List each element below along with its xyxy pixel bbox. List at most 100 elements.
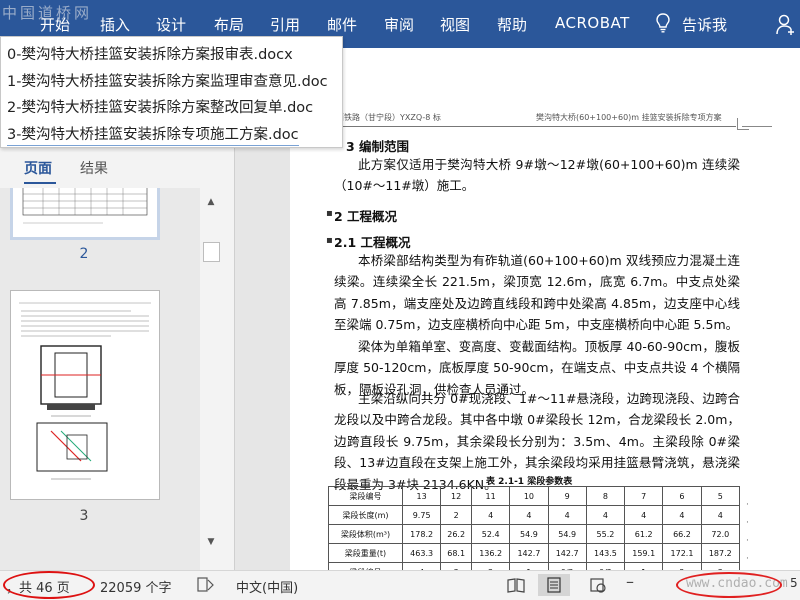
scroll-down-icon[interactable]: ▼	[205, 536, 217, 548]
table-row-label: 梁段重量(t)	[328, 543, 403, 563]
table-cell: 54.9	[547, 524, 587, 544]
table-cell: 142.7	[547, 543, 587, 563]
thumbnail-scrollbar[interactable]: ▲ ▼	[200, 188, 223, 558]
thumbnail-3-preview	[19, 302, 151, 480]
share-person-icon[interactable]	[776, 14, 794, 36]
table-cell: 61.2	[624, 524, 664, 544]
table-cell: 4	[624, 505, 664, 525]
document-page[interactable]: 西铁路（甘宁段）YXZQ-8 标 樊沟特大桥(60+100+60)m 挂篮安装拆…	[290, 48, 800, 570]
table-cell: 6	[662, 486, 702, 506]
paragraph-mark: ▪	[326, 208, 333, 219]
segment-parameter-table: 梁段编号 13 12 11 10 9 8 7 6 5 梁段长度(m) 9.75 2 4 4 4 4 4 4 4 梁段体积…	[328, 486, 741, 570]
table-cell: 4	[585, 505, 626, 525]
read-mode-icon[interactable]	[500, 574, 532, 596]
zoom-out-icon[interactable]: –	[626, 572, 634, 591]
navigation-pane: 页面 结果 2 3 ▲ ▼	[0, 148, 235, 570]
recent-file-3[interactable]: 3-樊沟特大桥挂篮安装拆除专项施工方案.doc	[7, 123, 299, 146]
table-cell: 4	[700, 505, 741, 525]
table-cell: 2	[440, 505, 473, 525]
table-cell: 4	[509, 505, 549, 525]
page-header-right: 樊沟特大桥(60+100+60)m 挂篮安装拆除专项方案	[536, 113, 722, 122]
ribbon-tab-3[interactable]: 布局	[214, 14, 244, 35]
page-thumbnail-3[interactable]	[10, 290, 160, 500]
heading-scope: 3 编制范围	[346, 139, 410, 154]
ribbon-tab-2[interactable]: 设计	[156, 14, 186, 35]
table-cell: 1	[509, 562, 549, 570]
margin-corner-mark	[737, 118, 749, 130]
table-cell: 54.9	[509, 524, 549, 544]
table-cell: 10	[509, 486, 549, 506]
table-cell: 11	[471, 486, 511, 506]
table-cell: 463.3	[401, 543, 442, 563]
scroll-up-icon[interactable]: ▲	[205, 196, 217, 208]
zoom-level[interactable]: 5	[790, 576, 798, 590]
table-cell: 8	[585, 486, 626, 506]
ribbon-tab-9[interactable]: ACROBAT	[555, 14, 630, 32]
page-thumbnail-2[interactable]	[10, 188, 160, 240]
tab-pages[interactable]: 页面	[24, 158, 52, 178]
table-cell: 13	[401, 486, 442, 506]
table-row: 梁段体积(m³) 178.2 26.2 52.4 54.9 54.9 55.2 61.2 66.…	[328, 524, 741, 544]
table-row-label: 梁段长度(m)	[328, 505, 403, 525]
recent-file-0[interactable]: 0-樊沟特大桥挂篮安装拆除方案报审表.docx	[7, 43, 293, 64]
table-cell: 136.2	[471, 543, 511, 563]
table-cell: 66.2	[662, 524, 702, 544]
page-count-highlight-circle	[3, 571, 95, 599]
table-cell: 142.7	[509, 543, 549, 563]
ribbon-tab-8[interactable]: 帮助	[497, 14, 527, 35]
table-row: 梁段重量(t) 463.3 68.1 136.2 142.7 142.7 143.5 159.…	[328, 543, 741, 563]
table-cell: 143.5	[585, 543, 626, 563]
page-header-left: 西铁路（甘宁段）YXZQ-8 标	[336, 113, 441, 122]
language-indicator[interactable]: 中文(中国)	[236, 577, 298, 596]
table-cell: 2	[662, 562, 702, 570]
table-cell: 4	[471, 505, 511, 525]
thumbnail-label-3: 3	[79, 508, 89, 524]
table-cell: 9	[547, 486, 587, 506]
table-row-label: 梁段编号	[328, 562, 403, 570]
header-rule	[336, 126, 736, 127]
word-count[interactable]: 22059 个字	[100, 577, 172, 596]
table-cell: 68.1	[440, 543, 473, 563]
paragraph-1: 本桥梁部结构类型为有砟轨道(60+100+60)m 双线预应力混凝土连续梁。连续…	[334, 253, 740, 333]
table-cell: 12	[440, 486, 473, 506]
table-cell: 4	[662, 505, 702, 525]
recent-file-1[interactable]: 1-樊沟特大桥挂篮安装拆除方案监理审查意见.doc	[7, 70, 328, 91]
table-cell: 2	[471, 562, 511, 570]
table-cell: 5	[700, 486, 741, 506]
table-cell: 7	[624, 486, 664, 506]
paragraph-scope: 此方案仅适用于樊沟特大桥 9#墩～12#墩(60+100+60)m 连续梁（10…	[334, 157, 740, 194]
thumbnail-2-preview	[22, 188, 148, 224]
ribbon-tab-10[interactable]: 告诉我	[682, 14, 727, 35]
page-thumbnails: 2 3	[0, 188, 200, 570]
ribbon-tab-7[interactable]: 视图	[440, 14, 470, 35]
table-cell: 172.1	[662, 543, 702, 563]
print-layout-icon	[547, 577, 561, 593]
tab-results[interactable]: 结果	[80, 158, 108, 178]
ribbon-tab-4[interactable]: 引用	[270, 14, 300, 35]
table-cell: 178.2	[401, 524, 442, 544]
print-layout-button[interactable]	[538, 574, 570, 596]
table-cell: 9.75	[401, 505, 442, 525]
paragraph-mark: ▪	[326, 235, 333, 246]
ribbon-tab-6[interactable]: 审阅	[384, 14, 414, 35]
recent-files-dropdown: 0-樊沟特大桥挂篮安装拆除方案报审表.docx 1-樊沟特大桥挂篮安装拆除方案监…	[0, 36, 343, 148]
table-row-label: 梁段编号	[328, 486, 403, 506]
proofing-icon[interactable]	[197, 577, 215, 593]
table-cell: 55.2	[585, 524, 626, 544]
table-cell: 0/2	[585, 562, 626, 570]
lightbulb-icon[interactable]	[656, 13, 670, 33]
table-cell: 52.4	[471, 524, 511, 544]
scroll-thumb[interactable]	[203, 242, 220, 262]
recent-file-2[interactable]: 2-樊沟特大桥挂篮安装拆除方案整改回复单.doc	[7, 96, 313, 117]
table-cell: 159.1	[624, 543, 664, 563]
table-cell: 4	[547, 505, 587, 525]
heading-2-1: 2.1 工程概况	[334, 235, 411, 250]
ribbon-tab-5[interactable]: 邮件	[327, 14, 357, 35]
web-layout-icon[interactable]	[582, 574, 614, 596]
ribbon-tab-1[interactable]: 插入	[100, 14, 130, 35]
table-row: 梁段编号 13 12 11 10 9 8 7 6 5	[328, 486, 741, 506]
table-cell: 187.2	[700, 543, 741, 563]
thumbnail-label-2: 2	[79, 246, 89, 262]
table-cell: 1	[624, 562, 664, 570]
ribbon-tab-0[interactable]: 开始	[40, 14, 70, 35]
